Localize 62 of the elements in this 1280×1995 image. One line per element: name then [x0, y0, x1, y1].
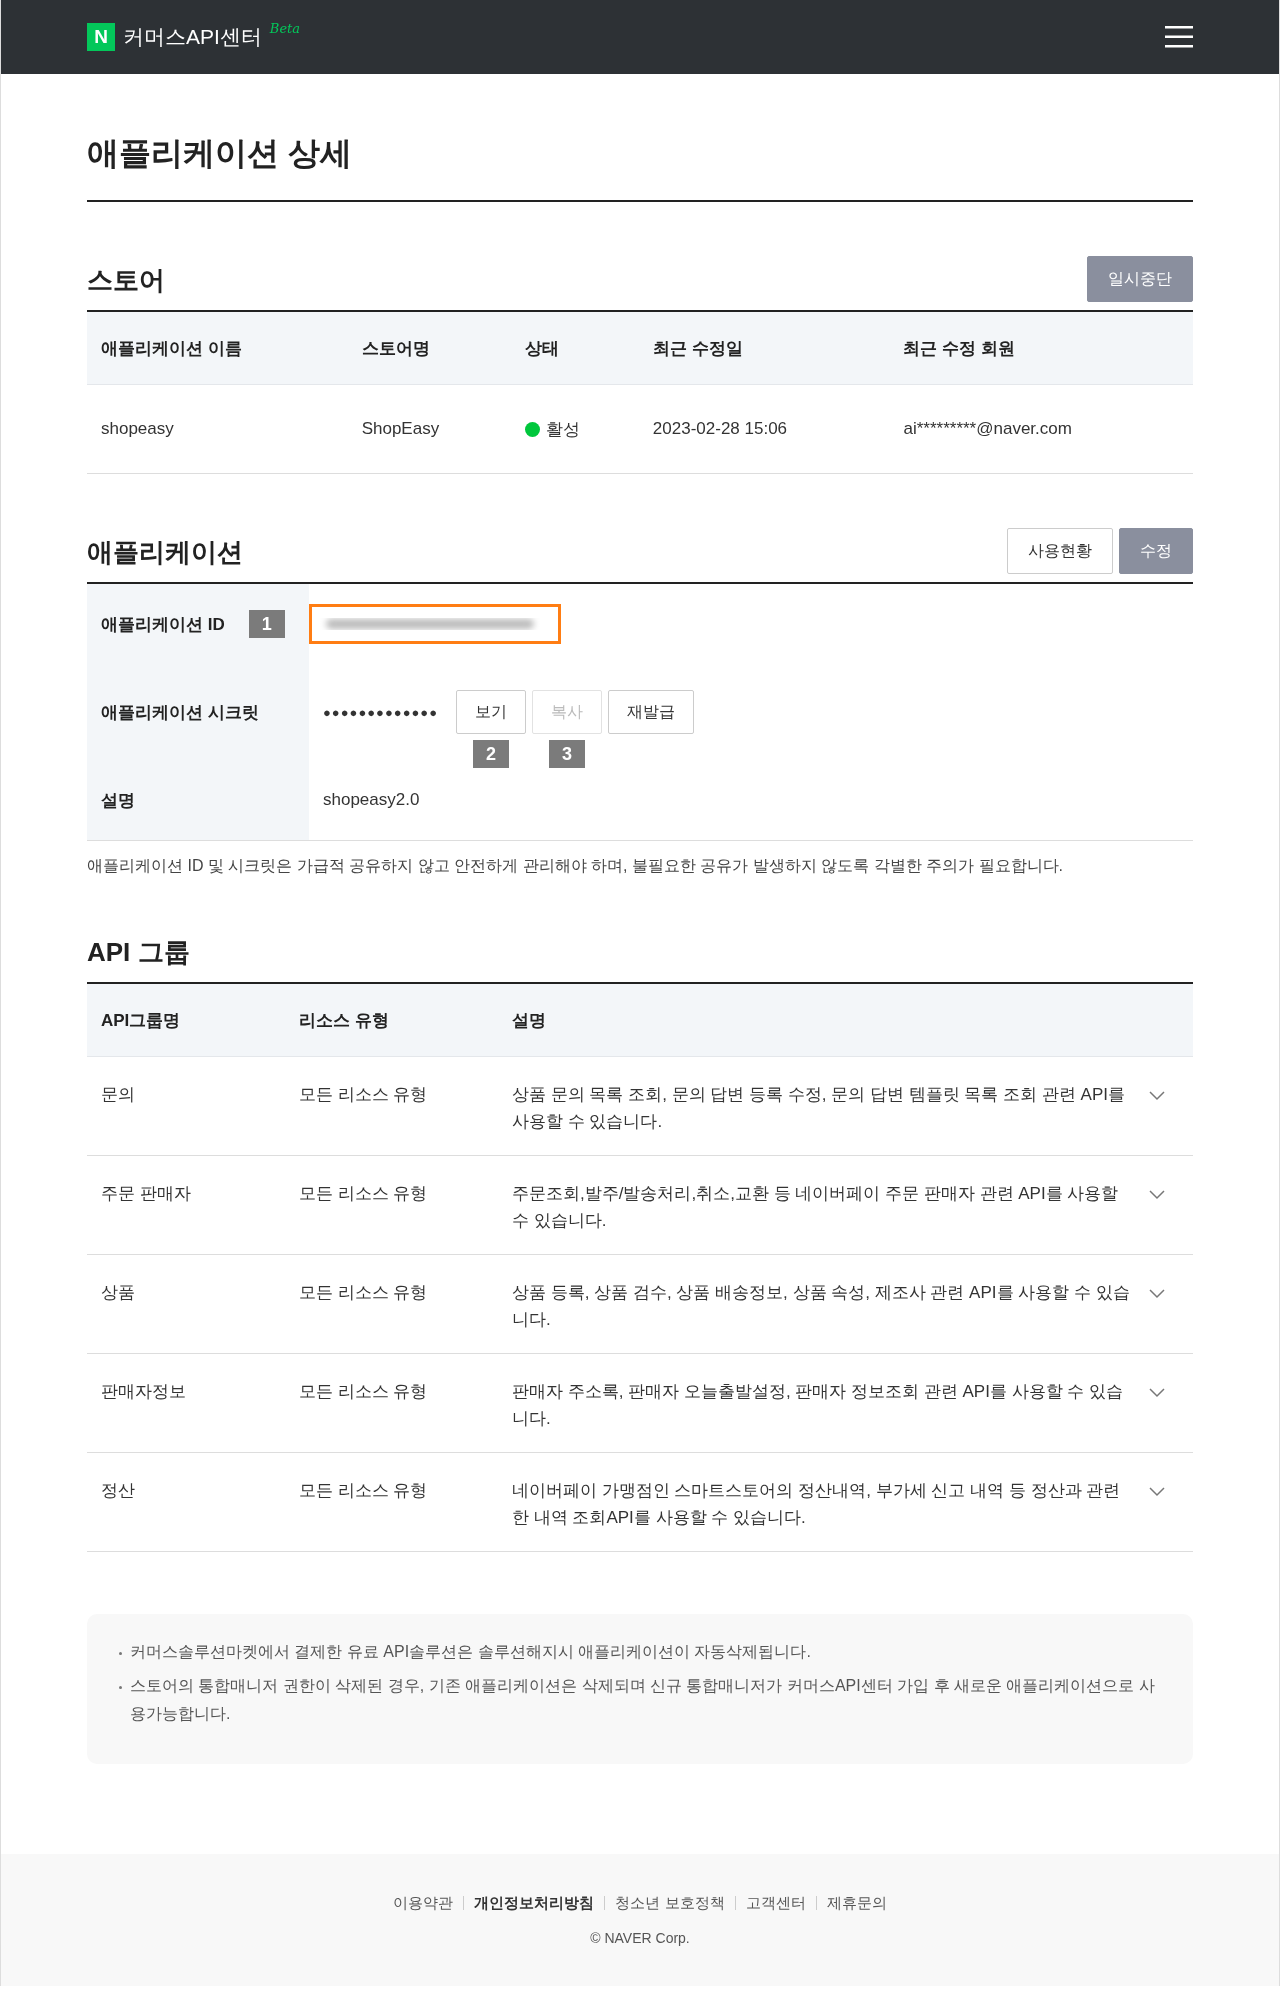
table-cell: 문의 [87, 1056, 285, 1156]
table-cell: 판매자 주소록, 판매자 오늘출발설정, 판매자 정보조회 관련 API를 사용할 수 있습니다. [498, 1353, 1135, 1453]
table-cell: 모든 리소스 유형 [285, 1353, 498, 1453]
column-header: 리소스 유형 [285, 984, 498, 1057]
table-cell: 2023-02-28 15:06 [638, 384, 890, 474]
column-header: 설명 [498, 984, 1135, 1057]
chevron-down-icon[interactable] [1149, 1289, 1165, 1299]
footer-link[interactable]: 개인정보처리방침 [463, 1896, 605, 1910]
masked-secret: ●●●●●●●●●●●●● [323, 704, 439, 720]
status-text: 활성 [545, 418, 580, 441]
section-title: 애플리케이션 [87, 536, 243, 569]
chevron-down-icon[interactable] [1149, 1190, 1165, 1200]
column-header: 상태 [510, 312, 639, 385]
page-title: 애플리케이션 상세 [87, 74, 1193, 202]
info-note: 커머스솔루션마켓에서 결제한 유료 API솔루션은 솔루션해지시 애플리케이션이 자동삭제됩니다. [130, 1642, 811, 1662]
column-header: 최근 수정 회원 [889, 312, 1193, 385]
site-title[interactable]: 커머스API센터 [123, 21, 262, 53]
table-cell: shopeasy [87, 384, 348, 474]
section-title: 스토어 [87, 264, 165, 297]
table-cell: 상품 문의 목록 조회, 문의 답변 등록 수정, 문의 답변 템플릿 목록 조회 관련 API를 사용할 수 있습니다. [498, 1056, 1135, 1156]
table-cell: 주문조회,발주/발송처리,취소,교환 등 네이버페이 주문 판매자 관련 API를 사용할 수 있습니다. [498, 1155, 1135, 1255]
usage-button[interactable]: 사용현황 [1007, 528, 1113, 574]
table-cell: 모든 리소스 유형 [285, 1056, 498, 1156]
footer-link[interactable]: 고객센터 [734, 1896, 816, 1910]
annotation-marker: 3 [549, 740, 586, 768]
table-cell: 판매자정보 [87, 1353, 285, 1453]
chevron-down-icon[interactable] [1149, 1091, 1165, 1101]
column-header: API그룹명 [87, 984, 285, 1057]
table-cell: ai*********@naver.com [889, 384, 1193, 474]
table-cell: 상품 [87, 1254, 285, 1354]
copyright: © NAVER Corp. [590, 1930, 690, 1946]
footer-link[interactable]: 제휴문의 [815, 1896, 897, 1910]
table-cell: 정산 [87, 1452, 285, 1552]
view-button[interactable]: 보기 [456, 690, 527, 734]
table-cell: 모든 리소스 유형 [285, 1254, 498, 1354]
field-label: 애플리케이션 시크릿 [101, 701, 259, 724]
table-cell: 네이버페이 가맹점인 스마트스토어의 정산내역, 부가세 신고 내역 등 정산과 관련한 내역 조회API를 사용할 수 있습니다. [498, 1452, 1135, 1552]
section-title: API 그룹 [87, 936, 190, 969]
field-label: 애플리케이션 ID [101, 613, 225, 636]
table-cell: 상품 등록, 상품 검수, 상품 배송정보, 상품 속성, 제조사 관련 API를 사용할 수 있습니다. [498, 1254, 1135, 1354]
field-label: 설명 [101, 789, 135, 812]
footer-link[interactable]: 이용약관 [383, 1896, 464, 1910]
table-cell: 주문 판매자 [87, 1155, 285, 1255]
column-header: 스토어명 [347, 312, 511, 385]
info-note: 스토어의 통합매니저 권한이 삭제된 경우, 기존 애플리케이션은 삭제되며 신규 통합매니저가 커머스API센터 가입 후 새로운 애플리케이션으로 사용가능합니다. [130, 1676, 1156, 1724]
beta-label: Beta [269, 21, 301, 36]
chevron-down-icon[interactable] [1149, 1388, 1165, 1398]
annotation-marker: 1 [248, 610, 285, 638]
table-cell: ShopEasy [347, 384, 511, 474]
field-value: shopeasy2.0 [323, 790, 420, 810]
table-cell: 모든 리소스 유형 [285, 1155, 498, 1255]
menu-icon[interactable] [1165, 26, 1193, 48]
annotation-marker: 2 [473, 740, 510, 768]
bullet-icon [119, 1652, 122, 1655]
column-header: 최근 수정일 [638, 312, 890, 385]
reissue-button[interactable]: 재발급 [608, 690, 695, 734]
column-header: 애플리케이션 이름 [87, 312, 348, 385]
table-cell: 모든 리소스 유형 [285, 1452, 498, 1552]
notice-text: 애플리케이션 ID 및 시크릿은 가급적 공유하지 않고 안전하게 관리해야 하며, 불필요한 공유가 발생하지 않도록 각별한 주의가 필요합니다. [87, 856, 1064, 876]
bullet-icon [119, 1686, 122, 1689]
footer-link[interactable]: 청소년 보호정책 [604, 1896, 735, 1910]
chevron-down-icon[interactable] [1149, 1487, 1165, 1497]
